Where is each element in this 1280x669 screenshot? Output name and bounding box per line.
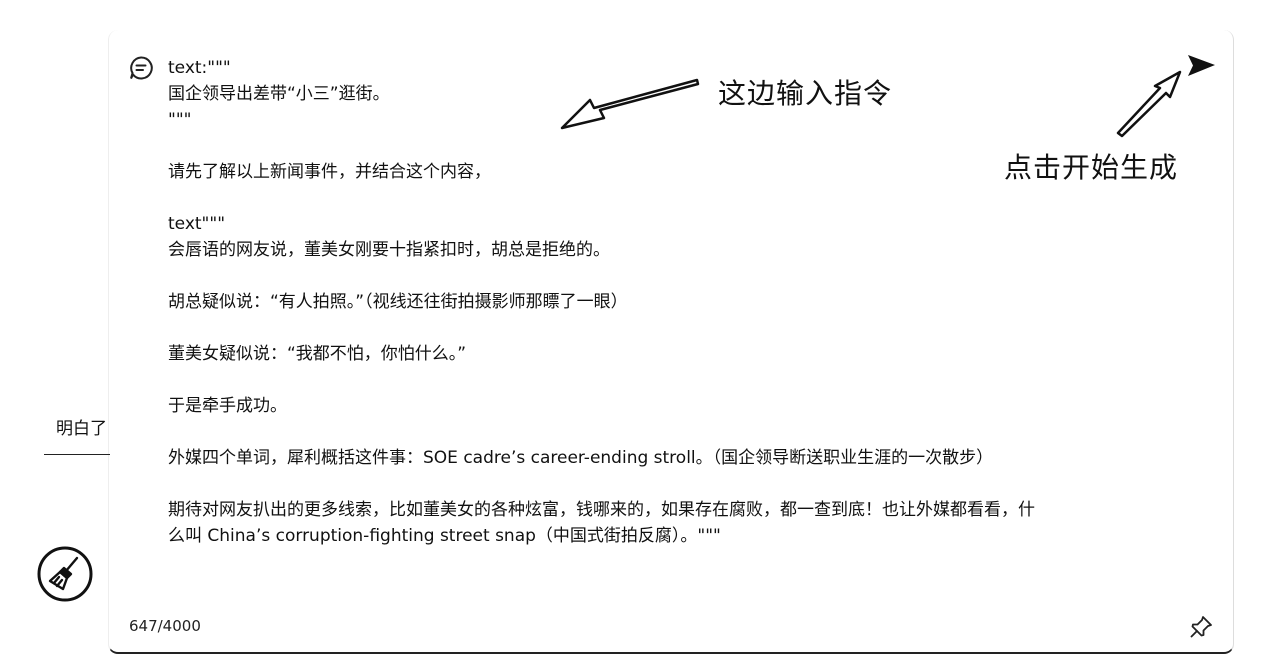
pin-icon[interactable] <box>1188 614 1214 640</box>
reply-chip-understood[interactable]: 明白了 <box>40 410 112 460</box>
send-icon[interactable] <box>1184 50 1218 84</box>
input-hint-annotation: 这边输入指令 <box>718 77 893 110</box>
start-hint-annotation: 点击开始生成 <box>1004 151 1179 184</box>
clear-conversation-button[interactable] <box>36 545 94 603</box>
reply-chip-label: 明白了 <box>56 419 107 439</box>
character-counter: 647/4000 <box>129 617 201 635</box>
reply-chip-underline <box>44 454 110 455</box>
prompt-input[interactable]: text:""" 国企领导出差带“小三”逛街。 """ 请先了解以上新闻事件，并… <box>168 55 1178 549</box>
chat-bubble-icon <box>130 56 153 80</box>
screen: text:""" 国企领导出差带“小三”逛街。 """ 请先了解以上新闻事件，并… <box>0 0 1280 669</box>
